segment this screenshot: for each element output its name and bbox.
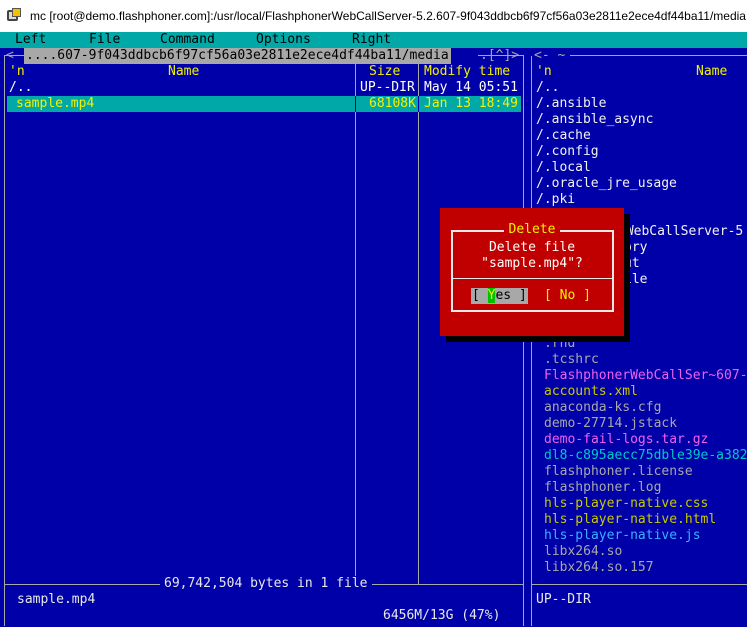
- left-col-divider-2: [418, 64, 419, 584]
- right-row[interactable]: flashphoner.log: [544, 480, 661, 496]
- right-row[interactable]: demo-27714.jstack: [544, 416, 677, 432]
- sel-divider-1: [355, 96, 356, 112]
- terminal-area[interactable]: Left File Command Options Right <- ....6…: [0, 32, 747, 627]
- left-col-mtime-header[interactable]: Modify time: [424, 64, 510, 80]
- menu-right[interactable]: Right: [352, 32, 391, 48]
- right-row[interactable]: /.local: [536, 160, 591, 176]
- right-row[interactable]: /..: [536, 80, 559, 96]
- left-panel-path[interactable]: ....607-9f043ddbcb6f97cf56a03e2811e2ece4…: [24, 48, 451, 64]
- right-row[interactable]: /.oracle_jre_usage: [536, 176, 677, 192]
- menu-file[interactable]: File: [89, 32, 120, 48]
- right-row[interactable]: .rnd: [544, 336, 575, 352]
- menu-command[interactable]: Command: [160, 32, 215, 48]
- selected-file-mtime: Jan 13 18:49: [424, 96, 518, 111]
- left-panel-frame-left: <-: [6, 48, 22, 63]
- selected-file-size: 68108K: [369, 96, 416, 111]
- right-row[interactable]: libx264.so: [544, 544, 622, 560]
- left-col-name-header[interactable]: Name: [168, 64, 199, 80]
- menu-options[interactable]: Options: [256, 32, 311, 48]
- putty-app-icon[interactable]: [6, 7, 24, 25]
- right-row[interactable]: /.ansible_async: [536, 112, 653, 128]
- left-panel-border-left: [4, 56, 5, 626]
- sel-divider-2: [418, 96, 419, 112]
- right-col-name-header[interactable]: Name: [696, 64, 727, 80]
- right-row[interactable]: demo-fail-logs.tar.gz: [544, 432, 708, 448]
- left-col-size-header[interactable]: Size: [369, 64, 400, 80]
- left-disk-usage: 6456M/13G (47%): [380, 608, 504, 624]
- right-row[interactable]: /.cache: [536, 128, 591, 144]
- right-row[interactable]: hls-player-native.js: [544, 528, 701, 544]
- delete-dialog: Delete Delete file "sample.mp4"? [ Yes ]…: [440, 208, 624, 336]
- right-row[interactable]: hls-player-native.css: [544, 496, 708, 512]
- dialog-separator: [453, 278, 612, 279]
- left-mini-status: sample.mp4: [17, 592, 96, 607]
- right-row[interactable]: /.config: [536, 144, 599, 160]
- left-sort-indicator[interactable]: 'n: [9, 64, 25, 80]
- left-row-updir-name[interactable]: /..: [9, 80, 32, 96]
- right-mini-status: UP--DIR: [536, 592, 591, 607]
- menu-left[interactable]: Left: [15, 32, 46, 48]
- right-row[interactable]: libx264.so.157: [544, 560, 654, 576]
- left-panel-summary: 69,742,504 bytes in 1 file: [160, 576, 372, 592]
- left-row-updir-size: UP--DIR: [360, 80, 415, 95]
- right-row[interactable]: anaconda-ks.cfg: [544, 400, 661, 416]
- right-row[interactable]: flashphoner.license: [544, 464, 693, 480]
- right-row[interactable]: accounts.xml: [544, 384, 638, 400]
- left-panel-border-right: [523, 56, 524, 626]
- right-row[interactable]: FlashphonerWebCallSer~607-: [544, 368, 747, 384]
- no-button[interactable]: [ No ]: [544, 288, 591, 304]
- selected-file-row[interactable]: sample.mp4 68108K Jan 13 18:49: [7, 96, 521, 112]
- right-row[interactable]: ut: [624, 256, 640, 272]
- right-row[interactable]: dl8-c895aecc75dble39e-a382: [544, 448, 747, 464]
- dialog-message-line1: Delete file: [488, 240, 576, 255]
- right-panel-path[interactable]: <- ~: [534, 48, 565, 64]
- dialog-title: Delete: [440, 222, 624, 238]
- window-title: mc [root@demo.flashphoner.com]:/usr/loca…: [30, 9, 746, 23]
- left-col-divider-1: [355, 64, 356, 584]
- left-panel-path-arrows[interactable]: .[^]>: [480, 48, 519, 64]
- window-titlebar: mc [root@demo.flashphoner.com]:/usr/loca…: [0, 0, 747, 32]
- selected-file-name: sample.mp4: [16, 96, 95, 111]
- right-row[interactable]: rWebCallServer-5: [618, 224, 743, 240]
- yes-button[interactable]: [ Yes ]: [471, 288, 528, 304]
- right-panel-top-border: [570, 55, 747, 56]
- left-row-updir-mtime: May 14 05:51: [424, 80, 518, 95]
- right-panel-border-left: [531, 56, 532, 626]
- right-row[interactable]: /.pki: [536, 192, 575, 208]
- right-row[interactable]: ory: [624, 240, 647, 256]
- right-row[interactable]: /.ansible: [536, 96, 606, 112]
- menu-bar: Left File Command Options Right: [0, 32, 747, 48]
- right-row[interactable]: ile: [624, 272, 647, 288]
- right-row[interactable]: .tcshrc: [544, 352, 599, 368]
- right-sort-indicator[interactable]: 'n: [536, 64, 552, 80]
- right-panel-separator: [531, 584, 747, 585]
- right-row[interactable]: hls-player-native.html: [544, 512, 716, 528]
- dialog-message-line2: "sample.mp4"?: [481, 256, 583, 271]
